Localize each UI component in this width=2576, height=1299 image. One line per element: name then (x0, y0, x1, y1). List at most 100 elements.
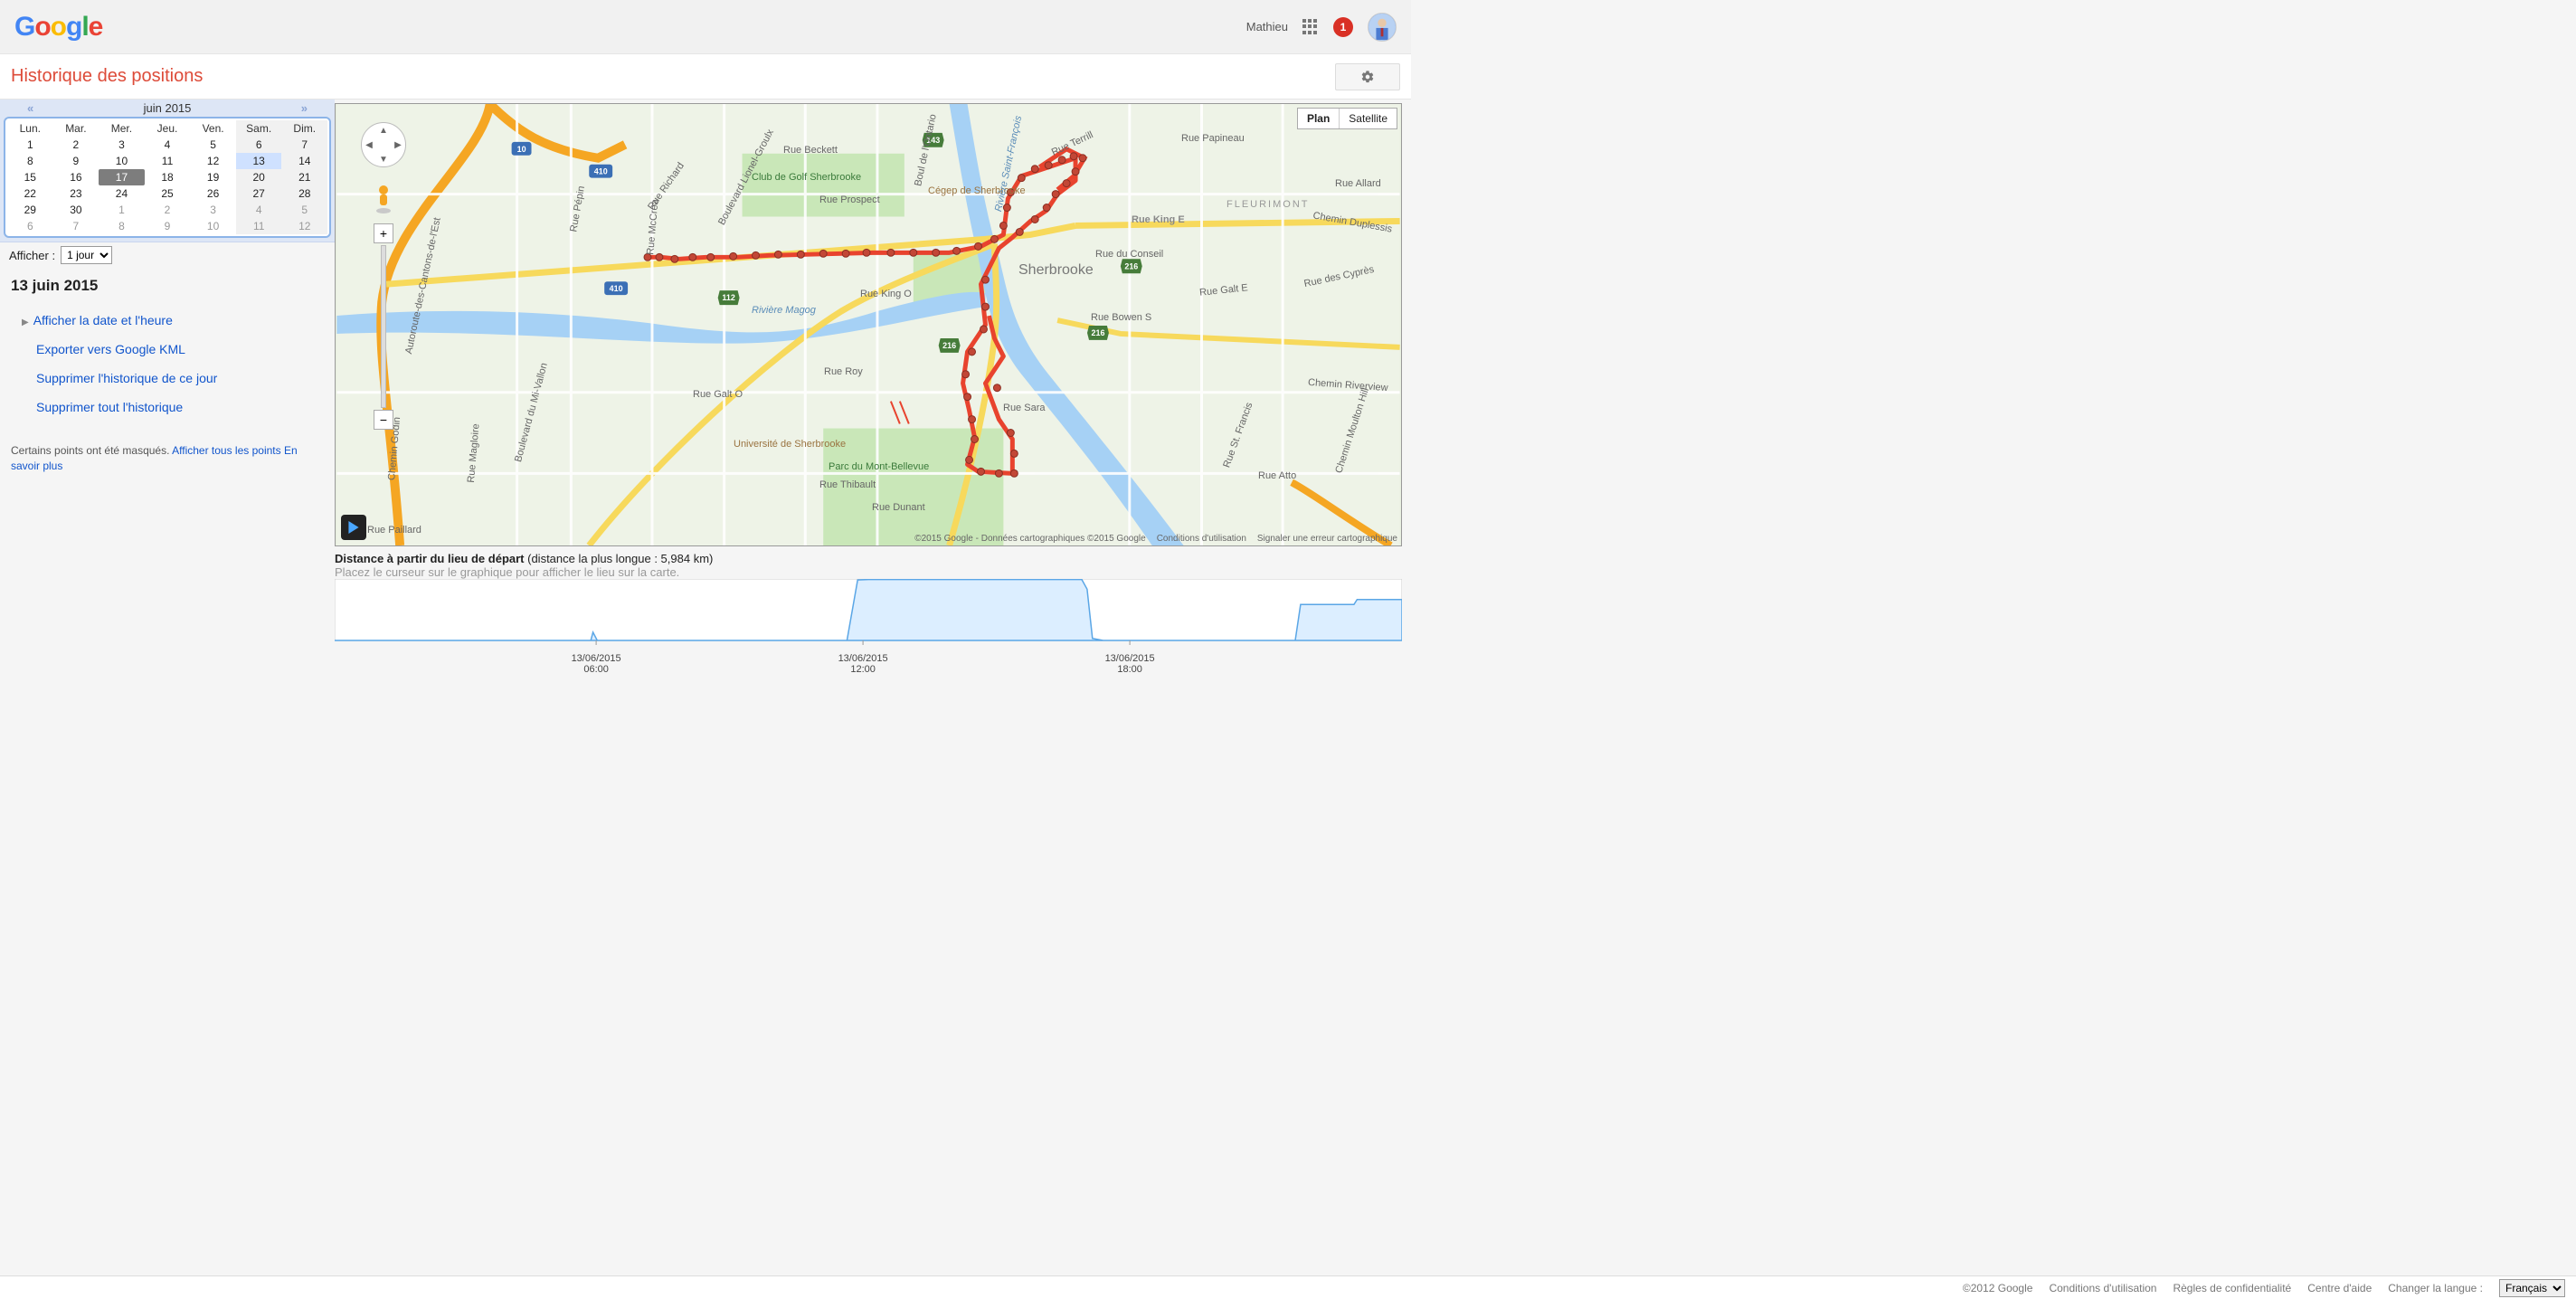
calendar-day[interactable]: 11 (145, 153, 191, 169)
settings-button[interactable] (1335, 63, 1400, 90)
link-show-time[interactable]: Afficher la date et l'heure (36, 306, 298, 335)
calendar-day[interactable]: 29 (7, 202, 53, 218)
map-attribution: ©2015 Google - Données cartographiques ©… (914, 534, 1397, 544)
pan-down-icon[interactable]: ▼ (379, 155, 388, 165)
calendar-day[interactable]: 8 (7, 153, 53, 169)
footer-terms[interactable]: Conditions d'utilisation (2049, 1282, 2156, 1294)
calendar-day[interactable]: 3 (190, 202, 236, 218)
calendar-day[interactable]: 4 (145, 137, 191, 153)
calendar-day[interactable]: 7 (53, 218, 99, 234)
zoom-out-button[interactable]: − (374, 410, 393, 430)
play-button[interactable] (341, 515, 366, 540)
calendar-day[interactable]: 4 (236, 202, 282, 218)
calendar-day[interactable]: 5 (281, 202, 327, 218)
svg-text:10: 10 (517, 145, 526, 154)
calendar-next[interactable]: » (301, 101, 308, 115)
link-export-kml[interactable]: Exporter vers Google KML (36, 335, 298, 364)
svg-text:216: 216 (1124, 261, 1138, 270)
page-title: Historique des positions (11, 66, 203, 87)
calendar-day[interactable]: 9 (53, 153, 99, 169)
map-pan-control[interactable]: ▲ ◀ ▶ ▼ (361, 122, 406, 167)
calendar-day[interactable]: 5 (190, 137, 236, 153)
calendar-day[interactable]: 10 (190, 218, 236, 234)
footer-lang-select[interactable]: Français (2499, 1279, 2565, 1297)
zoom-slider[interactable] (381, 245, 386, 408)
display-label: Afficher : (9, 249, 55, 262)
calendar-weekday: Lun. (7, 120, 53, 137)
footer: ©2012 Google Conditions d'utilisation Rè… (0, 1275, 2576, 1299)
calendar-day[interactable]: 6 (7, 218, 53, 234)
google-logo[interactable]: Google (14, 12, 102, 43)
calendar-day[interactable]: 10 (99, 153, 145, 169)
calendar-day[interactable]: 22 (7, 185, 53, 202)
svg-text:410: 410 (594, 167, 608, 176)
pan-right-icon[interactable]: ▶ (394, 140, 402, 150)
pan-left-icon[interactable]: ◀ (365, 140, 373, 150)
svg-text:216: 216 (942, 341, 956, 350)
calendar-day[interactable]: 1 (7, 137, 53, 153)
chart: Distance à partir du lieu de départ (dis… (335, 546, 1402, 653)
apps-icon[interactable] (1302, 19, 1319, 35)
calendar-day[interactable]: 27 (236, 185, 282, 202)
calendar-day[interactable]: 20 (236, 169, 282, 185)
pan-up-icon[interactable]: ▲ (379, 126, 388, 136)
link-delete-all[interactable]: Supprimer tout l'historique (36, 393, 298, 422)
display-row: Afficher : 1 jour (0, 242, 335, 270)
calendar-day[interactable]: 2 (53, 137, 99, 153)
calendar-weekday: Mer. (99, 120, 145, 137)
calendar-day[interactable]: 16 (53, 169, 99, 185)
chart-canvas[interactable] (335, 579, 1402, 653)
map-report-link[interactable]: Signaler une erreur cartographique (1257, 534, 1397, 544)
calendar-day[interactable]: 1 (99, 202, 145, 218)
map-type-satellite[interactable]: Satellite (1340, 109, 1397, 128)
map-city-label: Sherbrooke (1018, 262, 1094, 279)
zoom-in-button[interactable]: + (374, 223, 393, 243)
map-terms-link[interactable]: Conditions d'utilisation (1157, 534, 1246, 544)
calendar-weekday: Ven. (190, 120, 236, 137)
calendar-day[interactable]: 24 (99, 185, 145, 202)
play-icon (347, 521, 360, 534)
pegman-icon[interactable] (374, 184, 393, 214)
calendar-day[interactable]: 19 (190, 169, 236, 185)
calendar-day[interactable]: 11 (236, 218, 282, 234)
display-select[interactable]: 1 jour (61, 246, 112, 264)
calendar-day[interactable]: 30 (53, 202, 99, 218)
calendar-day[interactable]: 8 (99, 218, 145, 234)
calendar-day[interactable]: 17 (99, 169, 145, 185)
calendar-day[interactable]: 28 (281, 185, 327, 202)
calendar-day[interactable]: 25 (145, 185, 191, 202)
footer-privacy[interactable]: Règles de confidentialité (2173, 1282, 2291, 1294)
avatar[interactable] (1368, 13, 1397, 42)
calendar-day[interactable]: 3 (99, 137, 145, 153)
topbar: Google Mathieu 1 (0, 0, 1411, 54)
map[interactable]: 10 410 410 112 143 216 216 216 Sherbrook… (335, 103, 1402, 546)
calendar-day[interactable]: 14 (281, 153, 327, 169)
calendar-grid: Lun.Mar.Mer.Jeu.Ven.Sam.Dim.123456789101… (4, 117, 331, 238)
map-type-plan[interactable]: Plan (1298, 109, 1340, 128)
topbar-user: Mathieu 1 (1246, 13, 1397, 42)
calendar-day[interactable]: 23 (53, 185, 99, 202)
footer-help[interactable]: Centre d'aide (2307, 1282, 2372, 1294)
masked-note: Certains points ont été masqués. Affiche… (0, 425, 335, 492)
calendar-day[interactable]: 21 (281, 169, 327, 185)
svg-text:216: 216 (1091, 328, 1104, 337)
calendar-day[interactable]: 2 (145, 202, 191, 218)
calendar-day[interactable]: 7 (281, 137, 327, 153)
link-show-all-points[interactable]: Afficher tous les points (172, 444, 281, 457)
footer-copyright: ©2012 Google (1963, 1282, 2033, 1294)
calendar-day[interactable]: 12 (190, 153, 236, 169)
calendar-prev[interactable]: « (27, 101, 33, 115)
chart-tick: 13/06/201506:00 (572, 653, 621, 675)
calendar-day[interactable]: 13 (236, 153, 282, 169)
calendar-day[interactable]: 12 (281, 218, 327, 234)
calendar-day[interactable]: 15 (7, 169, 53, 185)
svg-text:112: 112 (722, 293, 734, 302)
calendar-day[interactable]: 18 (145, 169, 191, 185)
calendar-month-label: juin 2015 (144, 101, 192, 115)
user-name[interactable]: Mathieu (1246, 20, 1288, 33)
calendar-day[interactable]: 9 (145, 218, 191, 234)
link-delete-day[interactable]: Supprimer l'historique de ce jour (36, 364, 298, 393)
calendar-day[interactable]: 6 (236, 137, 282, 153)
notifications-badge[interactable]: 1 (1333, 17, 1353, 37)
calendar-day[interactable]: 26 (190, 185, 236, 202)
